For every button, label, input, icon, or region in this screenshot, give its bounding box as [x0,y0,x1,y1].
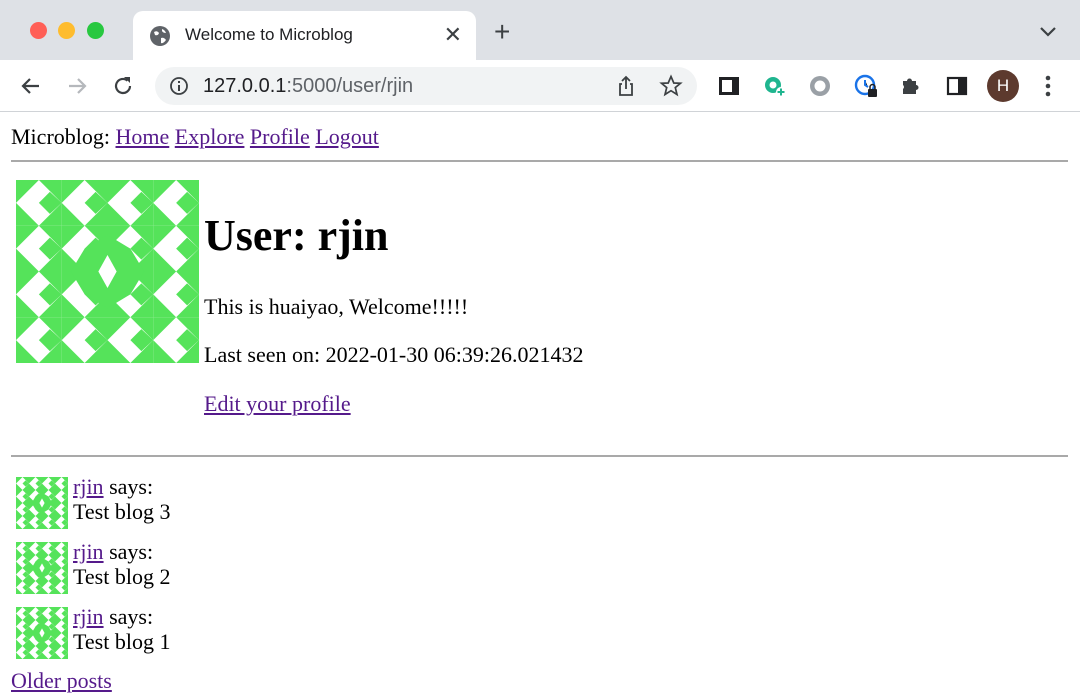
circle-extension-icon[interactable] [807,73,833,99]
post-says-label: says: [109,539,154,564]
post-header: rjin says: [73,474,153,500]
close-window-button[interactable] [30,22,47,39]
older-posts-link[interactable]: Older posts [11,668,112,694]
url-host: 127.0.0.1 [203,75,287,97]
post-avatar [16,607,68,659]
reading-mode-extension-icon[interactable] [716,73,742,99]
post-body: Test blog 1 [73,629,171,654]
maximize-window-button[interactable] [87,22,104,39]
puzzle-extensions-icon[interactable] [898,73,924,99]
green-extension-icon[interactable] [762,73,788,99]
post-author-link[interactable]: rjin [73,474,104,499]
page-content: Microblog: Home Explore Profile Logout U… [0,112,1080,697]
forward-arrow-icon[interactable] [64,73,90,99]
locked-extension-icon[interactable] [853,73,879,99]
new-tab-icon[interactable]: + [494,18,510,46]
url-path: :5000/user/rjin [286,75,414,97]
divider [11,455,1068,457]
minimize-window-button[interactable] [58,22,75,39]
nav-link-explore[interactable]: Explore [175,124,245,149]
tab-search-chevron-icon[interactable] [1038,24,1058,40]
post-avatar [16,477,68,529]
post-avatar [16,542,68,594]
close-tab-icon[interactable]: ✕ [444,23,462,47]
more-menu-icon[interactable] [1040,72,1056,100]
post-body: Test blog 3 [73,499,171,524]
tab-title: Welcome to Microblog [185,25,353,44]
post-says-label: says: [109,474,154,499]
site-nav: Microblog: Home Explore Profile Logout [11,124,379,150]
post-says-label: says: [109,604,154,629]
about-me-text: This is huaiyao, Welcome!!!!! [204,294,469,319]
address-bar[interactable]: 127.0.0.1:5000/user/rjin [155,67,697,105]
browser-toolbar: 127.0.0.1:5000/user/rjin H [0,60,1080,112]
post-header: rjin says: [73,539,153,565]
url-text[interactable]: 127.0.0.1:5000/user/rjin [203,75,413,98]
post-item: rjin says: Test blog 2 [16,539,616,595]
side-panel-icon[interactable] [944,73,970,99]
post-header: rjin says: [73,604,153,630]
back-arrow-icon[interactable] [18,73,44,99]
page-title: User: rjin [204,211,389,260]
post-body: Test blog 2 [73,564,171,589]
post-item: rjin says: Test blog 3 [16,474,616,530]
brand-label: Microblog: [11,124,110,149]
last-seen-text: Last seen on: 2022-01-30 06:39:26.021432 [204,342,584,367]
profile-avatar[interactable]: H [987,70,1019,102]
browser-chrome: Welcome to Microblog ✕ + 127.0.0.1:5000/… [0,0,1080,112]
nav-link-home[interactable]: Home [116,124,170,149]
user-avatar [16,180,199,363]
browser-tab[interactable]: Welcome to Microblog ✕ [133,11,476,60]
share-icon[interactable] [615,75,637,97]
edit-profile-link[interactable]: Edit your profile [204,391,351,417]
post-author-link[interactable]: rjin [73,604,104,629]
site-info-icon[interactable] [169,76,189,96]
bookmark-star-icon[interactable] [659,74,683,98]
reload-icon[interactable] [110,73,136,99]
nav-link-profile[interactable]: Profile [250,124,310,149]
nav-link-logout[interactable]: Logout [315,124,379,149]
globe-icon [150,26,170,46]
divider [11,160,1068,162]
post-author-link[interactable]: rjin [73,539,104,564]
post-item: rjin says: Test blog 1 [16,604,616,660]
